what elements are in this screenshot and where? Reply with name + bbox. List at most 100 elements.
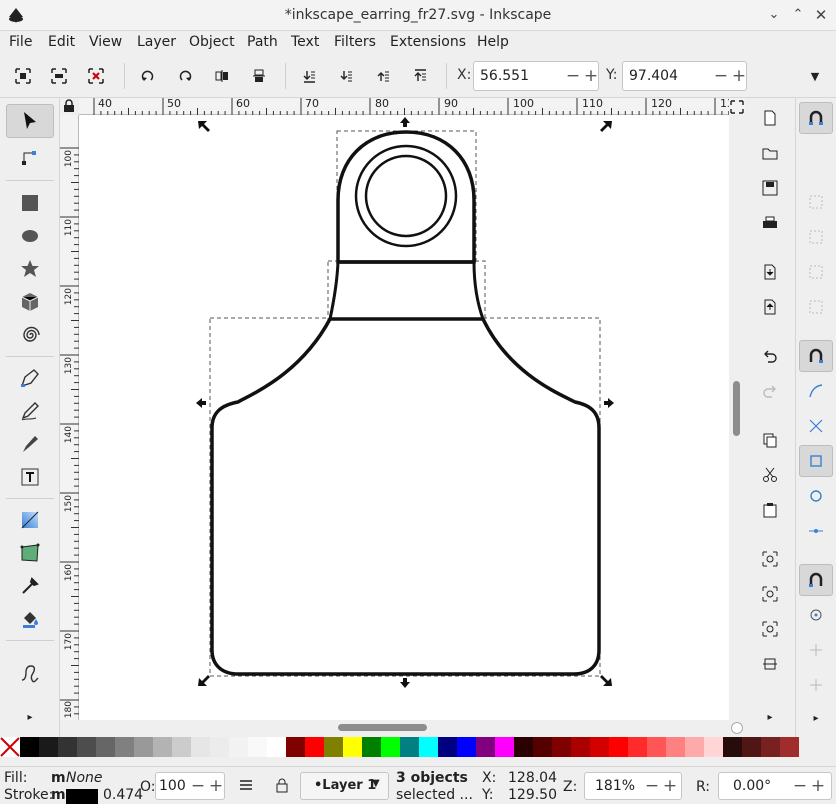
snap-text-baseline-icon[interactable]: [799, 669, 833, 701]
print-icon[interactable]: [758, 211, 782, 235]
zoom-value[interactable]: 181%: [595, 778, 635, 794]
zoom-corner-icon[interactable]: [729, 98, 745, 115]
palette-swatch[interactable]: [780, 737, 799, 757]
export-icon[interactable]: [758, 295, 782, 319]
undo-icon[interactable]: [758, 344, 782, 368]
snap-smooth-nodes-icon[interactable]: [799, 480, 833, 512]
palette-swatch[interactable]: [134, 737, 153, 757]
close-window-icon[interactable]: ✕: [812, 6, 830, 24]
palette-swatch[interactable]: [58, 737, 77, 757]
earring-neck[interactable]: [328, 261, 486, 321]
scale-handles[interactable]: [196, 117, 614, 688]
commands-overflow-icon[interactable]: ▸: [758, 705, 782, 729]
menu-path[interactable]: Path: [247, 34, 278, 50]
color-manage-toggle[interactable]: [729, 720, 745, 736]
snap-paths-icon[interactable]: [799, 375, 833, 407]
import-icon[interactable]: [758, 260, 782, 284]
palette-swatch[interactable]: [590, 737, 609, 757]
palette-swatch[interactable]: [609, 737, 628, 757]
no-paint-swatch-icon[interactable]: [0, 737, 20, 757]
rotate-cw-icon[interactable]: [174, 65, 196, 87]
rotate-ccw-icon[interactable]: [137, 65, 159, 87]
text-tool-icon[interactable]: [6, 460, 54, 494]
snap-bbox-midpoint-icon[interactable]: [799, 291, 833, 323]
palette-swatch[interactable]: [400, 737, 419, 757]
opacity-field[interactable]: 100 − +: [155, 772, 225, 800]
layer-lock-icon[interactable]: [275, 777, 289, 797]
palette-swatch[interactable]: [229, 737, 248, 757]
raise-to-top-icon[interactable]: [409, 65, 431, 87]
stroke-color-swatch[interactable]: [66, 789, 98, 804]
palette-swatch[interactable]: [457, 737, 476, 757]
earring-top-cap[interactable]: [336, 130, 476, 264]
snap-bbox-edge-icon[interactable]: [799, 221, 833, 253]
palette-swatch[interactable]: [533, 737, 552, 757]
palette-swatch[interactable]: [723, 737, 742, 757]
palette-swatch[interactable]: [495, 737, 514, 757]
palette-swatch[interactable]: [514, 737, 533, 757]
palette-swatch[interactable]: [381, 737, 400, 757]
opacity-value[interactable]: 100: [159, 778, 186, 794]
dropper-tool-icon[interactable]: [6, 569, 54, 603]
rotate-increment-button[interactable]: +: [809, 775, 827, 797]
snap-nodes-icon[interactable]: [799, 340, 833, 372]
3d-box-tool-icon[interactable]: [6, 285, 54, 319]
zoom-field[interactable]: 181% − +: [584, 772, 682, 800]
deselect-icon[interactable]: [85, 65, 107, 87]
fill-value[interactable]: None: [66, 770, 103, 786]
menu-layer[interactable]: Layer: [137, 34, 176, 50]
menu-edit[interactable]: Edit: [48, 34, 75, 50]
palette-swatch[interactable]: [742, 737, 761, 757]
palette-swatch[interactable]: [343, 737, 362, 757]
y-position-field[interactable]: 97.404 − +: [622, 61, 747, 91]
flip-vertical-icon[interactable]: [248, 65, 270, 87]
toolbar-overflow-icon[interactable]: ▼: [804, 65, 826, 87]
palette-swatch[interactable]: [286, 737, 305, 757]
palette-swatch[interactable]: [628, 737, 647, 757]
menu-view[interactable]: View: [89, 34, 122, 50]
zoom-selection-icon[interactable]: [758, 547, 782, 571]
node-tool-icon[interactable]: [6, 140, 54, 174]
drawing-canvas[interactable]: [79, 115, 729, 720]
toolbox-overflow-icon[interactable]: ▸: [6, 700, 54, 734]
gradient-tool-icon[interactable]: [6, 503, 54, 537]
vertical-scroll-thumb[interactable]: [733, 381, 740, 436]
menu-file[interactable]: File: [9, 34, 32, 50]
horizontal-scrollbar[interactable]: [79, 720, 729, 736]
snap-cusp-nodes-icon[interactable]: [799, 445, 833, 477]
select-all-layers-icon[interactable]: [48, 65, 70, 87]
rectangle-tool-icon[interactable]: [6, 186, 54, 220]
spiral-tool-icon[interactable]: [6, 318, 54, 352]
pencil-tool-icon[interactable]: [6, 394, 54, 428]
tweak-tool-icon[interactable]: [6, 657, 54, 691]
maximize-window-icon[interactable]: ⌃: [789, 6, 807, 24]
palette-swatch[interactable]: [153, 737, 172, 757]
x-decrement-button[interactable]: −: [564, 65, 582, 87]
open-document-icon[interactable]: [758, 141, 782, 165]
opacity-decrement-button[interactable]: −: [189, 775, 207, 797]
palette-swatch[interactable]: [115, 737, 134, 757]
palette-swatch[interactable]: [267, 737, 286, 757]
palette-swatch[interactable]: [476, 737, 495, 757]
selector-tool-icon[interactable]: [6, 104, 54, 138]
rotate-decrement-button[interactable]: −: [791, 775, 809, 797]
menu-extensions[interactable]: Extensions: [390, 34, 466, 50]
collapse-window-icon[interactable]: ⌄: [765, 6, 783, 24]
rotate-field[interactable]: 0.00° − +: [718, 772, 832, 800]
pen-tool-icon[interactable]: [6, 361, 54, 395]
menu-object[interactable]: Object: [189, 34, 235, 50]
opacity-increment-button[interactable]: +: [207, 775, 225, 797]
snap-midpoints-icon[interactable]: [799, 515, 833, 547]
palette-swatch[interactable]: [191, 737, 210, 757]
cut-icon[interactable]: [758, 463, 782, 487]
calligraphy-tool-icon[interactable]: [6, 427, 54, 461]
star-tool-icon[interactable]: [6, 252, 54, 286]
inner-ring[interactable]: [364, 154, 448, 238]
y-position-value[interactable]: 97.404: [629, 68, 678, 84]
palette-swatch[interactable]: [210, 737, 229, 757]
vertical-scrollbar[interactable]: [729, 115, 745, 720]
x-position-field[interactable]: 56.551 − +: [473, 61, 599, 91]
palette-swatch[interactable]: [647, 737, 666, 757]
zoom-drawing-icon[interactable]: [758, 582, 782, 606]
rotate-value[interactable]: 0.00°: [733, 778, 771, 794]
